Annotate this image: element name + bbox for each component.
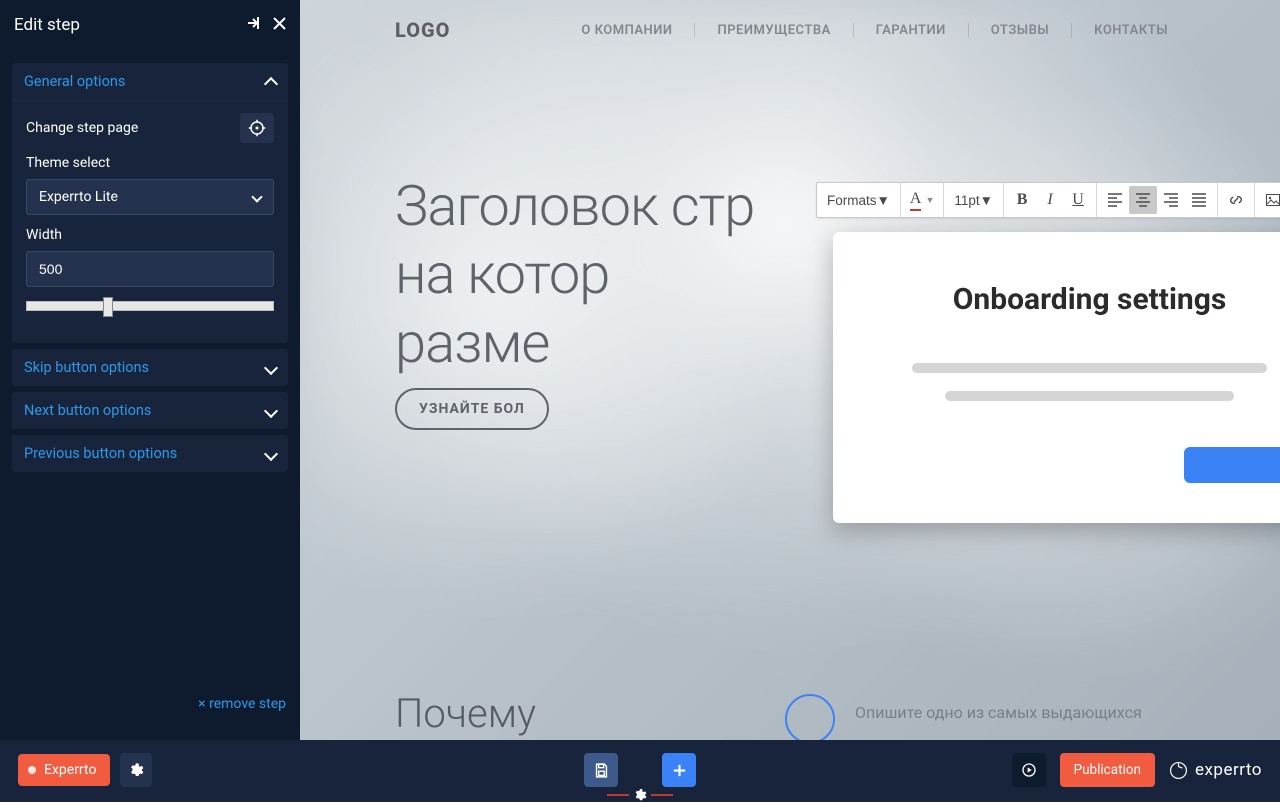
text-color-button[interactable]: A▼	[905, 186, 939, 214]
align-justify-button[interactable]	[1185, 186, 1213, 214]
width-label: Width	[26, 227, 62, 243]
width-slider-thumb[interactable]	[103, 297, 113, 317]
previous-button-options-label: Previous button options	[24, 445, 177, 462]
nav-item: ПРЕИМУЩЕСТВА	[694, 23, 852, 38]
theme-select-label: Theme select	[26, 155, 110, 171]
chevron-down-icon	[264, 360, 278, 374]
tooltip-placeholder-line	[945, 391, 1234, 401]
product-pill[interactable]: Experrto	[18, 754, 110, 786]
preview-button[interactable]	[1012, 753, 1046, 787]
skip-button-options-header[interactable]: Skip button options	[12, 349, 288, 386]
tooltip-title[interactable]: Onboarding settings	[883, 282, 1280, 317]
general-options-label: General options	[24, 73, 125, 90]
settings-button[interactable]	[120, 753, 152, 787]
theme-select[interactable]: Experrto Lite	[26, 179, 274, 215]
link-button[interactable]	[1222, 186, 1250, 214]
page-nav: LOGO О КОМПАНИИ ПРЕИМУЩЕСТВА ГАРАНТИИ ОТ…	[300, 18, 1280, 42]
theme-select-value: Experrto Lite	[39, 189, 118, 205]
italic-button[interactable]: I	[1036, 186, 1064, 214]
previous-button-options-section: Previous button options	[12, 435, 288, 472]
nav-item: ОТЗЫВЫ	[968, 23, 1071, 38]
page-logo: LOGO	[395, 18, 450, 42]
onboarding-tooltip[interactable]: Onboarding settings	[833, 232, 1280, 523]
chevron-down-icon	[251, 191, 262, 202]
chevron-down-icon	[264, 403, 278, 417]
next-button-options-header[interactable]: Next button options	[12, 392, 288, 429]
nav-item: КОНТАКТЫ	[1071, 23, 1190, 38]
collapse-sidebar-icon[interactable]	[245, 15, 261, 35]
align-right-button[interactable]	[1157, 186, 1185, 214]
change-step-page-button[interactable]	[240, 113, 274, 143]
tooltip-next-button[interactable]	[1184, 447, 1280, 483]
hero-line: Заголовок стр	[395, 172, 754, 240]
tooltip-placeholder-line	[912, 363, 1267, 373]
hero-heading: Заголовок стр на котор разме	[395, 172, 754, 377]
align-center-button[interactable]	[1129, 186, 1157, 214]
chevron-down-icon	[264, 446, 278, 460]
skip-button-options-label: Skip button options	[24, 359, 149, 376]
publication-button[interactable]: Publication	[1060, 753, 1155, 787]
next-button-options-label: Next button options	[24, 402, 151, 419]
hero-line: разме	[395, 309, 754, 377]
skip-button-options-section: Skip button options	[12, 349, 288, 386]
width-input[interactable]	[26, 251, 274, 287]
close-icon[interactable]	[273, 16, 286, 34]
hero-line: на котор	[395, 240, 754, 308]
editor-toolbar: Formats▼ A▼ 11pt▼ B I U	[816, 182, 1280, 218]
previous-button-options-header[interactable]: Previous button options	[12, 435, 288, 472]
brand-logo[interactable]: experrto	[1169, 760, 1262, 780]
align-left-button[interactable]	[1101, 186, 1129, 214]
bottom-bar: Experrto Publication experrto	[0, 740, 1280, 800]
formats-dropdown[interactable]: Formats▼	[821, 193, 896, 208]
general-options-section: General options Change step page Theme s…	[12, 63, 288, 343]
remove-step-link[interactable]: × remove step	[0, 696, 300, 740]
nav-item: ГАРАНТИИ	[853, 23, 968, 38]
nav-item: О КОМПАНИИ	[559, 23, 694, 38]
general-options-header[interactable]: General options	[12, 63, 288, 101]
width-slider[interactable]	[26, 301, 274, 311]
brand-name: experrto	[1195, 760, 1262, 780]
edit-step-sidebar: Edit step General options Change step pa…	[0, 0, 300, 740]
underline-button[interactable]: U	[1064, 186, 1092, 214]
bold-button[interactable]: B	[1008, 186, 1036, 214]
canvas-preview: LOGO О КОМПАНИИ ПРЕИМУЩЕСТВА ГАРАНТИИ ОТ…	[300, 0, 1280, 740]
image-button[interactable]	[1259, 186, 1280, 214]
product-name: Experrto	[44, 762, 96, 778]
hero-cta-button: УЗНАЙТЕ БОЛ	[395, 388, 549, 430]
font-size-dropdown[interactable]: 11pt▼	[948, 193, 999, 208]
font-size-value: 11pt	[954, 193, 979, 208]
sidebar-title: Edit step	[14, 15, 80, 35]
add-step-button[interactable]	[662, 753, 696, 787]
section-heading: Почему	[395, 690, 536, 737]
sidebar-header: Edit step	[0, 0, 300, 63]
status-dot-icon	[28, 766, 36, 774]
save-button[interactable]	[584, 753, 618, 787]
formats-label: Formats	[827, 193, 877, 208]
feature-text: Опишите одно из самых выдающихся	[855, 702, 1142, 724]
change-step-page-label: Change step page	[26, 120, 138, 136]
chevron-up-icon	[264, 76, 278, 90]
next-button-options-section: Next button options	[12, 392, 288, 429]
feature-icon-circle	[785, 694, 835, 740]
